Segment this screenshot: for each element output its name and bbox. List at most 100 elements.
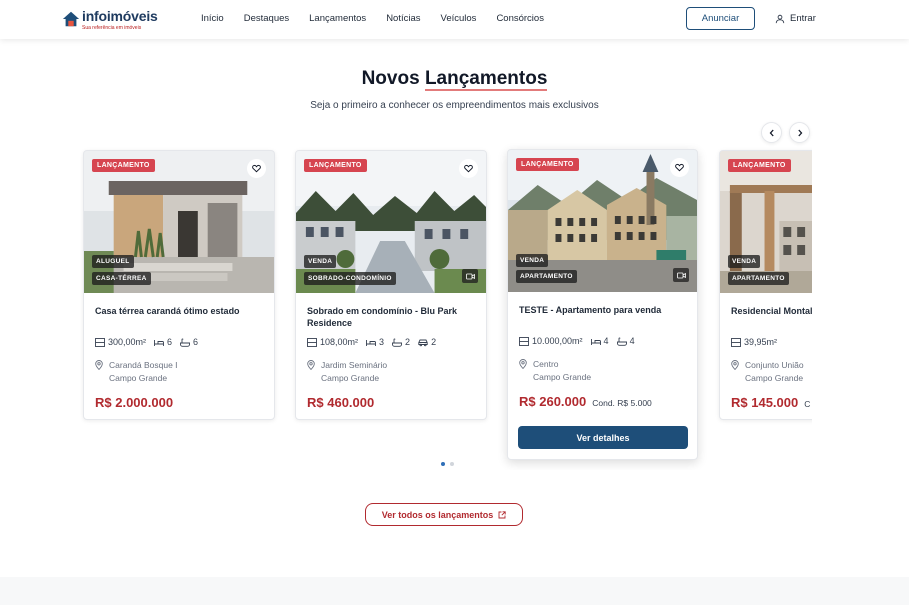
area-icon (307, 337, 317, 347)
area-icon (519, 336, 529, 346)
ver-todos-lancamentos-button[interactable]: Ver todos os lançamentos (365, 503, 523, 526)
external-link-icon (498, 510, 506, 518)
property-location: Conjunto União Campo Grande (731, 359, 804, 385)
beds-feature: 4 (590, 336, 609, 346)
chevron-right-icon (797, 129, 802, 136)
ver-detalhes-button[interactable]: Ver detalhes (518, 426, 688, 449)
transaction-tag: ALUGUEL (92, 255, 134, 268)
favorite-button[interactable] (459, 159, 478, 178)
map-pin-icon (731, 360, 739, 370)
area-value: 108,00m² (320, 337, 359, 347)
neighborhood: Centro (533, 359, 559, 369)
area-feature: 108,00m² (307, 337, 358, 347)
video-camera-icon (676, 272, 686, 278)
property-features: 10.000,00m² 4 4 (519, 336, 643, 346)
property-location: Centro Campo Grande (519, 358, 591, 384)
section-title-part1: Novos (361, 68, 425, 89)
city: Campo Grande (321, 373, 380, 383)
logo[interactable]: infoimóveis Sua referência em imóveis (62, 9, 158, 31)
nav-noticias[interactable]: Notícias (386, 13, 420, 24)
price-value: R$ 145.000 (731, 395, 799, 410)
favorite-button[interactable] (247, 159, 266, 178)
property-price: R$ 260.000 Cond. R$ 5.000 (519, 394, 652, 409)
beds-value: 3 (379, 337, 385, 347)
property-card[interactable]: LANÇAMENTO VENDA APARTAMENTO TESTE - Apa… (507, 149, 698, 460)
neighborhood: Jardim Seminário (321, 360, 388, 370)
property-title: Casa térrea carandá ótimo estado (95, 306, 240, 316)
property-card[interactable]: LANÇAMENTO ALUGUEL CASA-TÉRREA Casa térr… (83, 150, 275, 420)
transaction-tag: VENDA (304, 255, 337, 268)
beds-feature: 6 (154, 337, 172, 347)
baths-value: 2 (405, 337, 411, 347)
area-icon (731, 337, 741, 347)
bath-icon (180, 338, 190, 347)
price-value: R$ 2.000.000 (95, 395, 174, 410)
pagination-dot-2[interactable] (450, 462, 454, 466)
footer-band (0, 577, 909, 605)
launch-badge: LANÇAMENTO (728, 159, 791, 172)
map-pin-icon (95, 360, 103, 370)
area-feature: 39,95m² (731, 337, 777, 347)
property-title: Residencial Montal em frente ao Pires (731, 306, 812, 316)
entrar-label: Entrar (790, 13, 816, 24)
pagination-dot-1[interactable] (441, 462, 445, 466)
area-value: 300,00m² (108, 337, 147, 347)
property-title: Sobrado em condomínio - Blu Park Residen… (307, 306, 458, 328)
property-location: Carandá Bosque I Campo Grande (95, 359, 178, 385)
entrar-link[interactable]: Entrar (775, 13, 816, 24)
city: Campo Grande (745, 373, 804, 383)
area-value: 39,95m² (744, 337, 778, 347)
site-header: infoimóveis Sua referência em imóveis In… (0, 0, 909, 39)
launch-badge: LANÇAMENTO (304, 159, 367, 172)
area-feature: 300,00m² (95, 337, 146, 347)
city: Campo Grande (109, 373, 168, 383)
nav-inicio[interactable]: Início (201, 13, 224, 24)
baths-feature: 2 (392, 337, 410, 347)
area-feature: 10.000,00m² (519, 336, 583, 346)
nav-veiculos[interactable]: Veículos (441, 13, 477, 24)
section-title-part2: Lançamentos (424, 68, 548, 91)
condo-fee: C (804, 399, 811, 409)
property-price: R$ 2.000.000 (95, 395, 173, 410)
launch-badge: LANÇAMENTO (516, 158, 579, 171)
property-card[interactable]: LANÇAMENTO VENDA APARTAMENTO Residencial… (719, 150, 812, 420)
garage-feature: 2 (418, 337, 436, 347)
nav-lancamentos[interactable]: Lançamentos (309, 13, 366, 24)
nav-destaques[interactable]: Destaques (244, 13, 289, 24)
map-pin-icon (307, 360, 315, 370)
area-icon (95, 337, 105, 347)
ver-todos-label: Ver todos os lançamentos (381, 509, 494, 520)
neighborhood: Carandá Bosque I (109, 360, 178, 370)
nav-consorcios[interactable]: Consórcios (496, 13, 544, 24)
chevron-left-icon (769, 129, 774, 136)
beds-feature: 3 (366, 337, 384, 347)
logo-tagline: Sua referência em imóveis (82, 25, 142, 31)
area-value: 10.000,00m² (532, 336, 583, 346)
baths-value: 6 (193, 337, 199, 347)
price-value: R$ 260.000 (519, 394, 587, 409)
section-subtitle: Seja o primeiro a conhecer os empreendim… (310, 100, 599, 111)
property-features: 39,95m² (731, 337, 785, 347)
property-type-tag: CASA-TÉRREA (92, 272, 151, 285)
property-features: 108,00m² 3 2 2 (307, 337, 444, 347)
heart-icon (252, 164, 261, 173)
property-card[interactable]: LANÇAMENTO VENDA SOBRADO-CONDOMÍNIO Sobr… (295, 150, 487, 420)
beds-value: 4 (603, 336, 609, 346)
bath-icon (392, 338, 402, 347)
neighborhood: Conjunto União (745, 360, 804, 370)
heart-icon (675, 163, 684, 172)
property-title: TESTE - Apartamento para venda (519, 305, 662, 315)
favorite-button[interactable] (670, 158, 689, 177)
video-badge (462, 269, 478, 283)
logo-name: infoimóveis (82, 8, 158, 24)
car-icon (418, 339, 428, 346)
baths-value: 4 (629, 336, 635, 346)
baths-feature: 4 (616, 336, 635, 346)
transaction-tag: VENDA (516, 254, 549, 267)
bed-icon (590, 338, 601, 345)
property-features: 300,00m² 6 6 (95, 337, 206, 347)
video-badge (673, 268, 689, 282)
anunciar-button[interactable]: Anunciar (686, 7, 755, 30)
carousel-pagination (441, 462, 454, 466)
house-logo-icon (62, 11, 80, 27)
